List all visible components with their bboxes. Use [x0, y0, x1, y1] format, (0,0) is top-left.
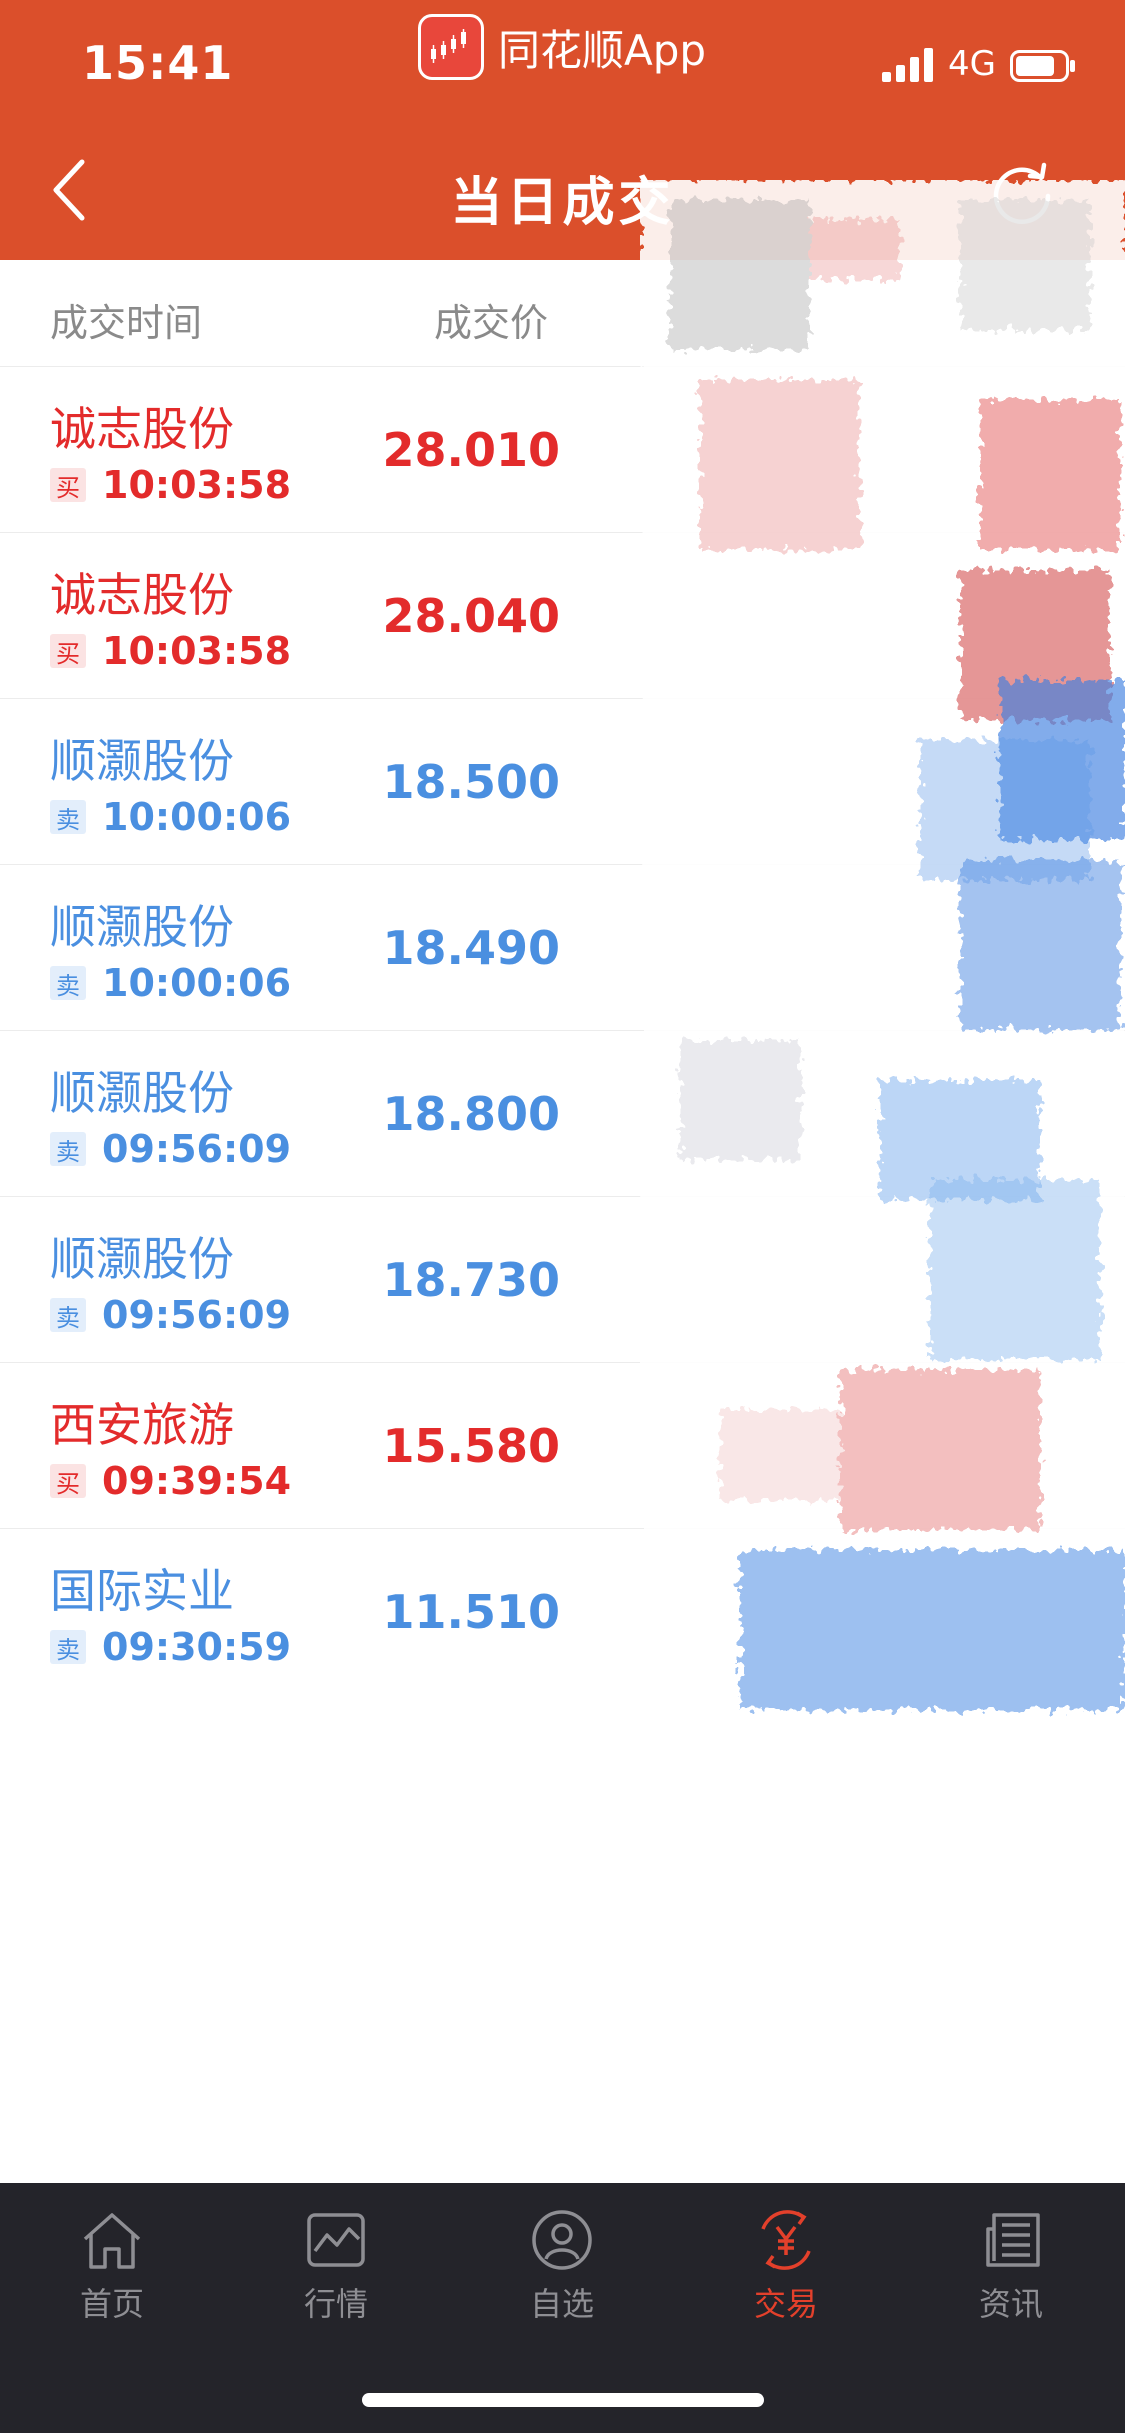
trade-price: 11.510: [382, 1585, 560, 1639]
trade-time: 10:03:58: [102, 463, 292, 507]
app-logo-icon: [418, 14, 484, 80]
stock-name: 顺灏股份: [50, 734, 234, 788]
yuan-exchange-icon: [761, 2210, 811, 2270]
newspaper-icon: [986, 2213, 1040, 2267]
stock-name: 诚志股份: [50, 568, 234, 622]
trade-price: 15.580: [382, 1419, 560, 1473]
stock-name: 诚志股份: [50, 402, 234, 456]
trade-price: 28.040: [382, 589, 560, 643]
sell-badge: 卖: [50, 966, 86, 1000]
trade-time: 09:30:59: [102, 1625, 292, 1669]
signal-icon: [882, 48, 933, 82]
stock-name: 顺灏股份: [50, 1232, 234, 1286]
status-time: 15:41: [82, 36, 234, 90]
trade-time: 10:03:58: [102, 629, 292, 673]
battery-icon: [1010, 50, 1075, 82]
trade-time: 09:39:54: [102, 1459, 292, 1503]
stock-name: 顺灏股份: [50, 1066, 234, 1120]
column-header-time: 成交时间: [50, 301, 203, 345]
buy-badge: 买: [50, 634, 86, 668]
trade-time: 09:56:09: [102, 1127, 292, 1171]
stock-name: 国际实业: [50, 1564, 234, 1618]
buy-badge: 买: [50, 468, 86, 502]
trade-time: 10:00:06: [102, 795, 292, 839]
app-indicator: 同花顺App: [418, 14, 706, 80]
trade-time: 09:56:09: [102, 1293, 292, 1337]
sell-badge: 卖: [50, 1630, 86, 1664]
home-indicator[interactable]: [362, 2393, 764, 2407]
sell-badge: 卖: [50, 1132, 86, 1166]
tab-news[interactable]: 资讯: [911, 2209, 1111, 2325]
tab-market-label: 行情: [303, 2285, 368, 2323]
stock-name: 顺灏股份: [50, 900, 234, 954]
trade-price: 28.010: [382, 423, 560, 477]
app-name: 同花顺App: [498, 25, 707, 75]
buy-badge: 买: [50, 1464, 86, 1498]
column-header-price: 成交价: [434, 301, 549, 345]
tab-trade-label: 交易: [753, 2285, 818, 2323]
tab-home-label: 首页: [79, 2285, 144, 2323]
trade-price: 18.730: [382, 1253, 560, 1307]
trade-price: 18.500: [382, 755, 560, 809]
redaction-scribble: [640, 180, 1125, 1740]
network-label: 4G: [948, 44, 996, 84]
tab-market[interactable]: 行情: [236, 2209, 436, 2325]
trade-price: 18.800: [382, 1087, 560, 1141]
sell-badge: 卖: [50, 1298, 86, 1332]
tab-news-label: 资讯: [978, 2285, 1043, 2323]
trade-price: 18.490: [382, 921, 560, 975]
user-circle-icon: [532, 2210, 592, 2270]
tab-watchlist-label: 自选: [529, 2285, 594, 2323]
sell-badge: 卖: [50, 800, 86, 834]
tab-trade[interactable]: 交易: [686, 2209, 886, 2325]
home-icon: [83, 2213, 141, 2269]
tab-watchlist[interactable]: 自选: [462, 2209, 662, 2325]
tab-home[interactable]: 首页: [12, 2209, 212, 2325]
trade-time: 10:00:06: [102, 961, 292, 1005]
stock-name: 西安旅游: [50, 1398, 234, 1452]
chart-line-icon: [307, 2213, 365, 2267]
